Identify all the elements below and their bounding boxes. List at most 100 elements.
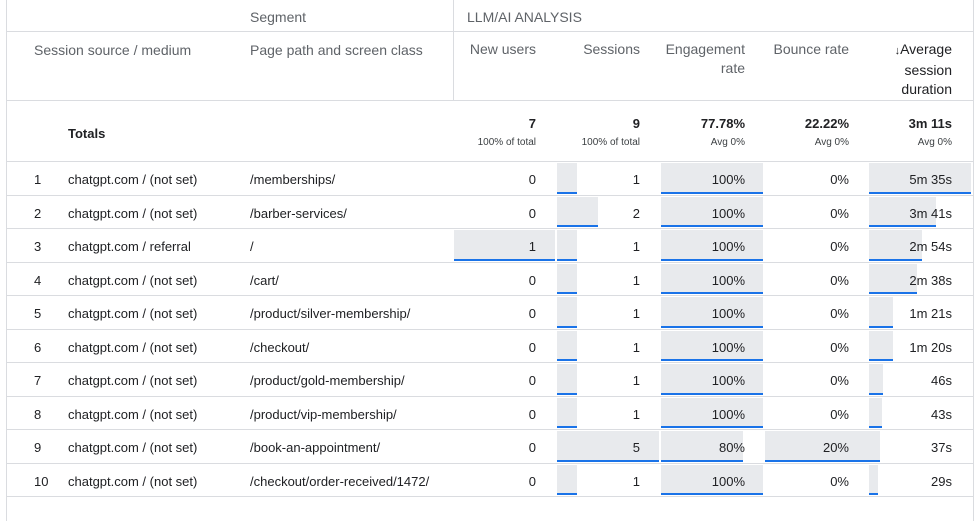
row-sessions: 1 <box>632 473 640 489</box>
column-header-average-session-duration[interactable]: ↓Average session duration <box>895 40 952 99</box>
table-row[interactable]: 5 chatgpt.com / (not set) /product/silver-… <box>0 296 974 330</box>
row-bounce-rate: 0% <box>830 239 849 254</box>
average-duration-bar-line <box>869 225 936 227</box>
table-row[interactable]: 8 chatgpt.com / (not set) /product/vip-mem… <box>0 397 974 430</box>
average-duration-bar <box>869 431 880 461</box>
row-bounce-rate: 0% <box>830 373 849 388</box>
totals-bounce-rate: 22.22% <box>804 116 849 131</box>
row-divider <box>6 496 974 497</box>
average-duration-bar <box>869 464 878 494</box>
table-row[interactable]: 6 chatgpt.com / (not set) /checkout/0 1 100%… <box>0 330 974 363</box>
engagement-header-line1: Engagement <box>665 41 745 57</box>
row-sessions: 5 <box>632 440 640 455</box>
table-row[interactable]: 1 chatgpt.com / (not set) /memberships/0 1 1… <box>0 162 974 196</box>
average-duration-bar-line <box>869 359 893 361</box>
row-bounce-rate: 0% <box>830 205 849 221</box>
row-bounce-rate: 0% <box>830 306 849 321</box>
totals-engagement-sub: Avg 0% <box>710 137 745 148</box>
row-new-users: 0 <box>528 272 536 288</box>
new-users-bar <box>454 230 555 260</box>
engagement-rate-bar-line <box>661 325 763 328</box>
row-index: 3 <box>34 239 42 254</box>
segment-value[interactable]: LLM/AI ANALYSIS <box>467 9 582 25</box>
sessions-bar <box>557 364 577 394</box>
column-header-bounce-rate[interactable]: Bounce rate <box>774 40 850 59</box>
average-duration-bar <box>869 297 893 327</box>
sessions-bar <box>557 397 577 427</box>
engagement-rate-bar-line <box>661 392 763 395</box>
row-sessions: 2 <box>632 205 640 221</box>
average-duration-bar-line <box>869 459 880 462</box>
row-index: 5 <box>34 306 42 321</box>
bounce-rate-bar-line <box>765 459 880 462</box>
column-header-sessions[interactable]: Sessions <box>583 40 640 59</box>
sessions-bar-line <box>557 258 577 261</box>
totals-sessions-sub: 100% of total <box>581 137 640 148</box>
average-duration-bar-line <box>869 258 922 261</box>
row-average-duration: 3m 41s <box>909 205 952 221</box>
sessions-bar-line <box>557 493 577 495</box>
engagement-rate-bar-line <box>661 493 763 495</box>
sessions-bar-line <box>557 359 577 361</box>
table-row[interactable]: 3 chatgpt.com / referral / 1 1 100% 0% 2m 54s <box>0 229 974 263</box>
table-row[interactable]: 7 chatgpt.com / (not set) /product/gold-me… <box>0 363 974 397</box>
row-new-users: 0 <box>528 172 536 187</box>
row-bounce-rate: 0% <box>830 406 849 422</box>
row-index: 1 <box>34 172 42 187</box>
table-row[interactable]: 2 chatgpt.com / (not set) /barber-services… <box>0 196 974 229</box>
header-divider <box>6 100 974 101</box>
column-header-source[interactable]: Session source / medium <box>34 42 191 58</box>
sessions-bar <box>557 330 577 360</box>
row-average-duration: 46s <box>931 373 952 388</box>
average-duration-bar-line <box>869 191 971 194</box>
row-source-medium: chatgpt.com / (not set) <box>68 339 198 355</box>
row-average-duration: 37s <box>931 440 952 455</box>
segment-divider <box>453 0 454 100</box>
duration-header-line3: duration <box>901 81 952 97</box>
row-page-path: / <box>250 239 254 254</box>
new-users-bar-line <box>454 258 555 261</box>
sessions-bar-line <box>557 459 659 462</box>
engagement-rate-bar-line <box>661 459 743 462</box>
duration-header-line1: Average <box>900 41 952 57</box>
row-bounce-rate: 20% <box>822 440 849 455</box>
row-new-users: 0 <box>528 306 536 321</box>
table-row[interactable]: 9 chatgpt.com / (not set) /book-an-appoint… <box>0 430 974 464</box>
row-bounce-rate: 0% <box>830 272 849 288</box>
row-engagement-rate: 100% <box>711 373 745 388</box>
row-index: 9 <box>34 440 42 455</box>
row-page-path: /book-an-appointment/ <box>250 440 381 455</box>
row-average-duration: 5m 35s <box>909 172 952 187</box>
average-duration-bar-line <box>869 292 917 294</box>
engagement-rate-bar-line <box>661 292 763 294</box>
row-bounce-rate: 0% <box>830 339 849 355</box>
row-average-duration: 1m 20s <box>909 339 952 355</box>
engagement-rate-bar-line <box>661 225 763 227</box>
row-new-users: 0 <box>528 205 536 221</box>
row-index: 4 <box>34 272 42 288</box>
segment-row-divider <box>6 31 974 32</box>
average-duration-bar-line <box>869 493 878 495</box>
report-table: Segment LLM/AI ANALYSIS Session source /… <box>0 0 974 521</box>
sessions-bar <box>557 297 577 327</box>
engagement-rate-bar-line <box>661 191 763 194</box>
row-source-medium: chatgpt.com / (not set) <box>68 272 198 288</box>
column-header-new-users[interactable]: New users <box>470 40 536 59</box>
totals-average-duration: 3m 11s <box>908 116 952 131</box>
row-new-users: 1 <box>528 239 536 254</box>
table-row[interactable]: 4 chatgpt.com / (not set) /cart/0 1 100% 0% 2m… <box>0 263 974 296</box>
table-row[interactable]: 10 chatgpt.com / (not set)/checkout/order… <box>0 464 974 497</box>
row-engagement-rate: 100% <box>711 473 745 489</box>
totals-bounce-sub: Avg 0% <box>814 137 849 148</box>
row-page-path: /checkout/ <box>250 339 310 355</box>
totals-new-users-sub: 100% of total <box>477 137 536 148</box>
row-index: 10 <box>34 473 49 489</box>
row-page-path: /cart/ <box>250 272 279 288</box>
column-header-path[interactable]: Page path and screen class <box>250 42 423 58</box>
column-header-engagement-rate[interactable]: Engagement rate <box>666 40 745 78</box>
row-index: 6 <box>34 339 42 355</box>
row-page-path: /memberships/ <box>250 172 336 187</box>
row-source-medium: chatgpt.com / referral <box>68 239 191 254</box>
row-engagement-rate: 100% <box>711 272 745 288</box>
totals-engagement-rate: 77.78% <box>700 116 745 131</box>
